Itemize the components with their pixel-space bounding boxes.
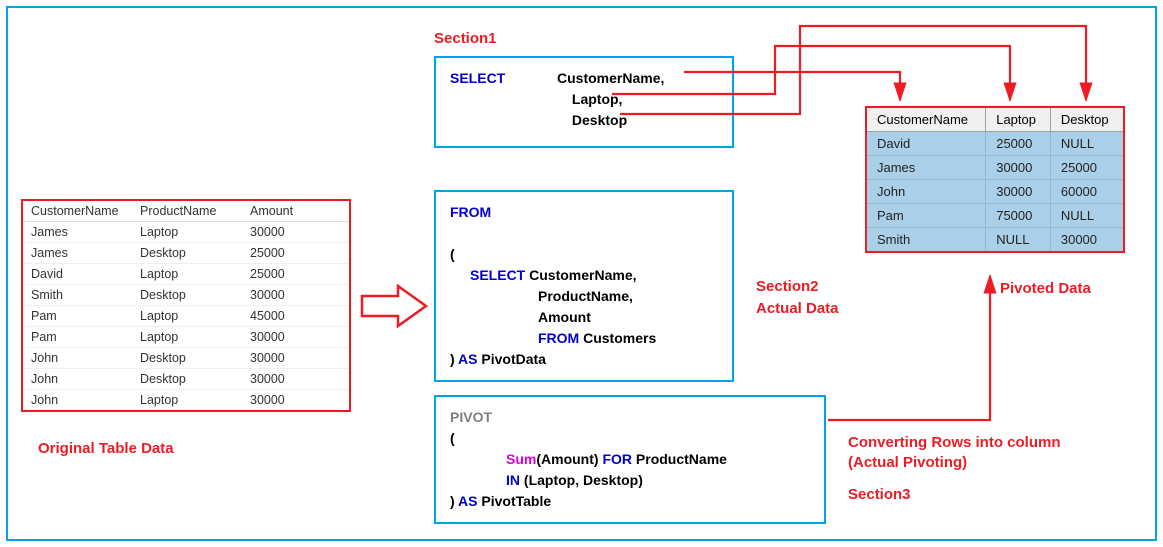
pth-desktop: Desktop [1050,107,1124,132]
label-section3-desc1: Converting Rows into column [848,434,1061,451]
cell: Laptop [132,306,242,327]
cell: Laptop [132,390,242,412]
original-data-table: CustomerName ProductName Amount JamesLap… [21,199,351,412]
cell: 25000 [1050,156,1124,180]
pivoted-data-table: CustomerName Laptop Desktop David25000NU… [865,106,1125,253]
table-row: JohnLaptop30000 [22,390,350,412]
table-row: SmithNULL30000 [866,228,1124,253]
table-row: John3000060000 [866,180,1124,204]
kw-pivot: PIVOT [450,409,492,425]
th-customername: CustomerName [22,200,132,222]
cell: James [866,156,986,180]
label-original-table: Original Table Data [38,440,174,457]
cell: 25000 [242,243,350,264]
label-section2: Section2 [756,278,819,295]
label-section1: Section1 [434,30,497,47]
cell: David [22,264,132,285]
select-col1: CustomerName [557,70,660,86]
table-row: PamLaptop30000 [22,327,350,348]
pth-laptop: Laptop [986,107,1051,132]
cell: Laptop [132,264,242,285]
cell: 30000 [242,390,350,412]
cell: John [22,348,132,369]
cell: 60000 [1050,180,1124,204]
cell: James [22,222,132,243]
sql-select-box: SELECT CustomerName, Laptop, Desktop [434,56,734,148]
cell: David [866,132,986,156]
cell: Pam [866,204,986,228]
label-section3-desc2: (Actual Pivoting) [848,454,967,471]
cell: 75000 [986,204,1051,228]
table-row: JohnDesktop30000 [22,369,350,390]
label-section3: Section3 [848,486,911,503]
cell: John [22,390,132,412]
big-arrow-icon [360,284,430,328]
cell: 30000 [1050,228,1124,253]
cell: 30000 [986,180,1051,204]
cell: Pam [22,327,132,348]
pth-customername: CustomerName [866,107,986,132]
cell: 30000 [986,156,1051,180]
table-row: PamLaptop45000 [22,306,350,327]
th-amount: Amount [242,200,350,222]
kw-from: FROM [450,204,491,220]
table-row: JamesDesktop25000 [22,243,350,264]
cell: 30000 [242,285,350,306]
table-row: David25000NULL [866,132,1124,156]
cell: Desktop [132,348,242,369]
cell: Smith [866,228,986,253]
cell: John [22,369,132,390]
cell: Desktop [132,285,242,306]
sql-pivot-box: PIVOT ( Sum(Amount) FOR ProductName IN (… [434,395,826,524]
table-row: JohnDesktop30000 [22,348,350,369]
cell: Laptop [132,222,242,243]
table-row: JamesLaptop30000 [22,222,350,243]
cell: 30000 [242,327,350,348]
sql-from-box: FROM ( SELECT CustomerName, ProductName,… [434,190,734,382]
cell: 30000 [242,369,350,390]
cell: NULL [986,228,1051,253]
cell: NULL [1050,132,1124,156]
cell: James [22,243,132,264]
cell: 45000 [242,306,350,327]
kw-select: SELECT [450,70,505,86]
cell: 30000 [242,222,350,243]
cell: Desktop [132,369,242,390]
table-row: SmithDesktop30000 [22,285,350,306]
table-row: Pam75000NULL [866,204,1124,228]
th-productname: ProductName [132,200,242,222]
cell: 30000 [242,348,350,369]
cell: 25000 [986,132,1051,156]
cell: John [866,180,986,204]
cell: NULL [1050,204,1124,228]
select-col3: Desktop [572,112,627,128]
cell: 25000 [242,264,350,285]
cell: Smith [22,285,132,306]
table-row: DavidLaptop25000 [22,264,350,285]
cell: Laptop [132,327,242,348]
cell: Desktop [132,243,242,264]
label-section2-sub: Actual Data [756,300,839,317]
table-row: James3000025000 [866,156,1124,180]
cell: Pam [22,306,132,327]
label-pivoted-data: Pivoted Data [1000,280,1091,297]
select-col2: Laptop [572,91,619,107]
